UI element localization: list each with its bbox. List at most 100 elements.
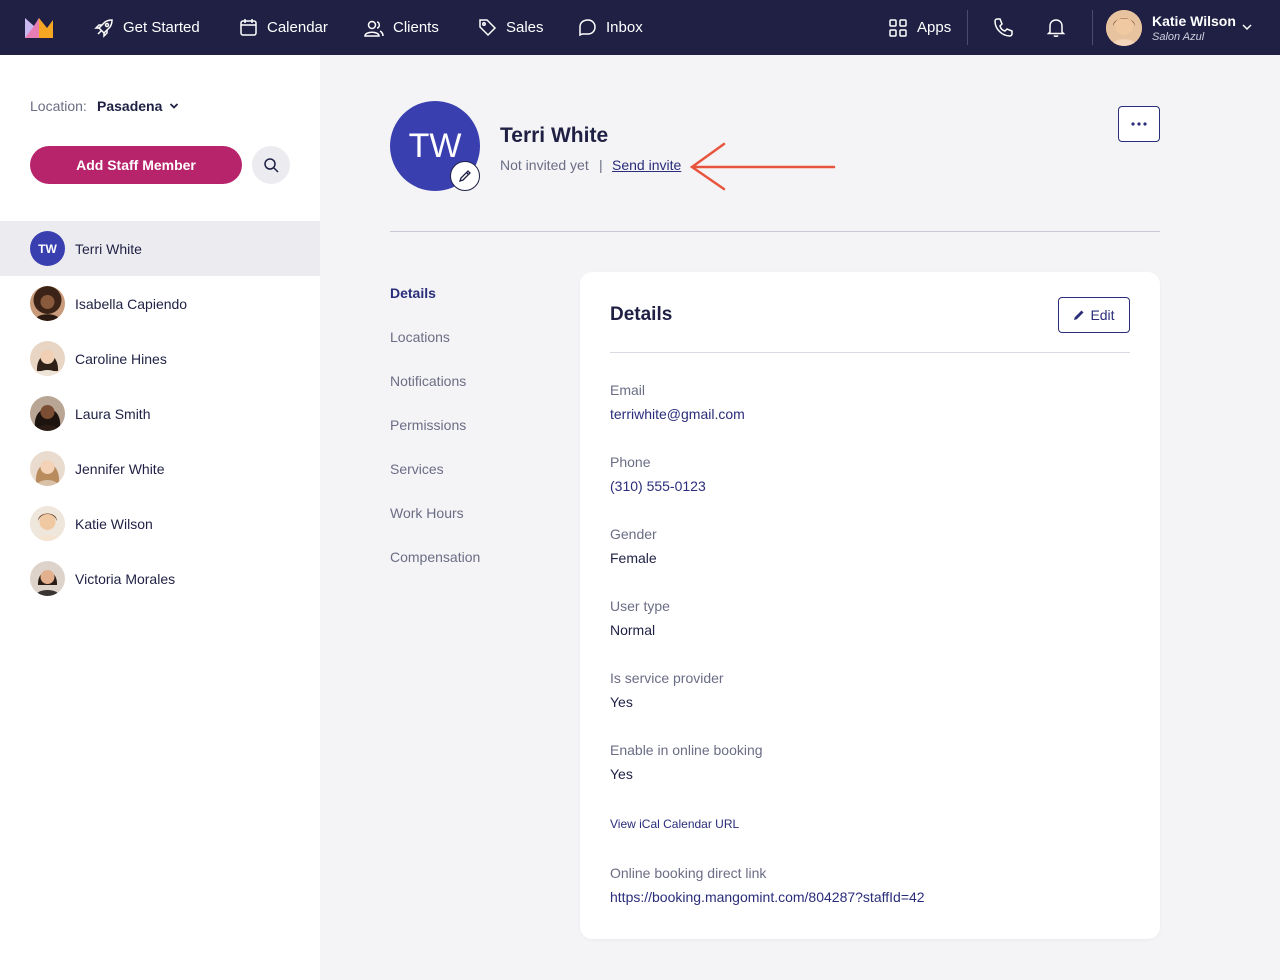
calendar-icon	[240, 19, 257, 36]
nav-label: Clients	[393, 19, 439, 36]
notifications-button[interactable]	[1046, 0, 1066, 55]
nav-label: Inbox	[606, 19, 643, 36]
edit-details-button[interactable]: Edit	[1058, 297, 1130, 333]
subnav-compensation[interactable]: Compensation	[390, 549, 480, 593]
nav-sales[interactable]: Sales	[478, 0, 544, 55]
chevron-down-icon[interactable]	[1240, 20, 1254, 34]
card-title: Details	[610, 304, 673, 325]
subnav-work-hours[interactable]: Work Hours	[390, 505, 480, 549]
subnav-notifications[interactable]: Notifications	[390, 373, 480, 417]
email-label: Email	[610, 382, 646, 398]
staff-item-isabella-capiendo[interactable]: Isabella Capiendo	[0, 276, 320, 331]
booking-link-label: Online booking direct link	[610, 865, 767, 881]
location-label: Location:	[30, 98, 87, 114]
nav-inbox[interactable]: Inbox	[578, 0, 643, 55]
annotation-arrow	[689, 142, 836, 191]
profile-name: Terri White	[500, 124, 609, 147]
search-icon	[264, 158, 279, 173]
staff-sidebar: Location: Pasadena Add Staff Member TW T…	[0, 55, 320, 980]
pencil-icon	[458, 170, 471, 183]
staff-item-terri-white[interactable]: TW Terri White	[0, 221, 320, 276]
phone-label: Phone	[610, 454, 651, 470]
location-value: Pasadena	[97, 98, 163, 114]
online-booking-value: Yes	[610, 766, 633, 782]
user-photo	[1106, 10, 1142, 46]
booking-link-value[interactable]: https://booking.mangomint.com/804287?sta…	[610, 889, 925, 905]
nav-label: Sales	[506, 19, 544, 36]
pencil-icon	[1074, 310, 1084, 320]
staff-name: Katie Wilson	[75, 515, 153, 532]
ellipsis-icon	[1131, 122, 1147, 126]
avatar	[30, 506, 65, 541]
edit-photo-button[interactable]	[450, 161, 480, 191]
user-avatar[interactable]	[1106, 10, 1142, 46]
subnav-locations[interactable]: Locations	[390, 329, 480, 373]
online-booking-label: Enable in online booking	[610, 742, 763, 758]
nav-get-started[interactable]: Get Started	[94, 0, 200, 55]
location-selector[interactable]: Pasadena	[97, 98, 180, 114]
subnav-permissions[interactable]: Permissions	[390, 417, 480, 461]
user-org: Salon Azul	[1152, 31, 1205, 43]
search-button[interactable]	[252, 146, 290, 184]
nav-divider	[1092, 10, 1093, 45]
service-provider-label: Is service provider	[610, 670, 724, 686]
staff-name: Laura Smith	[75, 405, 151, 422]
staff-name: Isabella Capiendo	[75, 295, 188, 312]
card-divider	[610, 352, 1130, 353]
staff-item-caroline-hines[interactable]: Caroline Hines	[0, 331, 320, 386]
avatar	[30, 341, 65, 376]
nav-label: Apps	[917, 19, 952, 36]
avatar	[30, 286, 65, 321]
phone-icon	[994, 18, 1013, 37]
staff-item-victoria-morales[interactable]: Victoria Morales	[0, 551, 320, 606]
header-divider	[390, 231, 1160, 232]
staff-item-jennifer-white[interactable]: Jennifer White	[0, 441, 320, 496]
grid-icon	[889, 18, 907, 37]
staff-name: Terri White	[75, 240, 142, 257]
details-card: Details Edit Email terriwhite@gmail.com …	[580, 272, 1160, 939]
subnav-details[interactable]: Details	[390, 285, 480, 329]
gender-label: Gender	[610, 526, 657, 542]
nav-calendar[interactable]: Calendar	[239, 0, 328, 55]
more-options-button[interactable]	[1118, 106, 1160, 142]
nav-label: Get Started	[123, 19, 200, 36]
phone-button[interactable]	[993, 0, 1014, 55]
avatar: TW	[30, 231, 65, 266]
subnav-services[interactable]: Services	[390, 461, 480, 505]
edit-label: Edit	[1090, 307, 1115, 323]
staff-item-katie-wilson[interactable]: Katie Wilson	[0, 496, 320, 551]
nav-clients[interactable]: Clients	[364, 0, 439, 55]
add-staff-button[interactable]: Add Staff Member	[30, 146, 242, 184]
service-provider-value: Yes	[610, 694, 633, 710]
ical-link[interactable]: View iCal Calendar URL	[610, 817, 739, 831]
tag-icon	[479, 19, 497, 37]
chevron-down-icon	[170, 103, 179, 109]
invite-status: Not invited yet	[500, 157, 589, 173]
avatar	[30, 396, 65, 431]
staff-item-laura-smith[interactable]: Laura Smith	[0, 386, 320, 441]
mangomint-logo[interactable]	[25, 16, 53, 38]
phone-value[interactable]: (310) 555-0123	[610, 478, 706, 494]
user-type-value: Normal	[610, 622, 656, 638]
gender-value: Female	[610, 550, 657, 566]
staff-name: Jennifer White	[75, 460, 165, 477]
users-icon	[364, 20, 384, 37]
staff-name: Caroline Hines	[75, 350, 167, 367]
send-invite-link[interactable]: Send invite	[612, 157, 681, 173]
avatar	[30, 561, 65, 596]
top-nav: Get Started Calendar Clients Sales Inbox…	[0, 0, 1280, 55]
invite-separator: |	[599, 157, 603, 173]
nav-apps[interactable]: Apps	[888, 0, 951, 55]
rocket-icon	[94, 18, 113, 38]
email-value[interactable]: terriwhite@gmail.com	[610, 406, 745, 422]
chat-icon	[579, 19, 596, 37]
user-type-label: User type	[610, 598, 670, 614]
nav-divider	[967, 10, 968, 45]
staff-list: TW Terri White Isabella Capiendo Carolin…	[0, 221, 320, 606]
profile-subnav: Details Locations Notifications Permissi…	[390, 285, 480, 593]
user-name: Katie Wilson	[1152, 13, 1236, 29]
nav-label: Calendar	[267, 19, 328, 36]
staff-name: Victoria Morales	[75, 570, 176, 587]
bell-icon	[1046, 19, 1066, 37]
avatar	[30, 451, 65, 486]
